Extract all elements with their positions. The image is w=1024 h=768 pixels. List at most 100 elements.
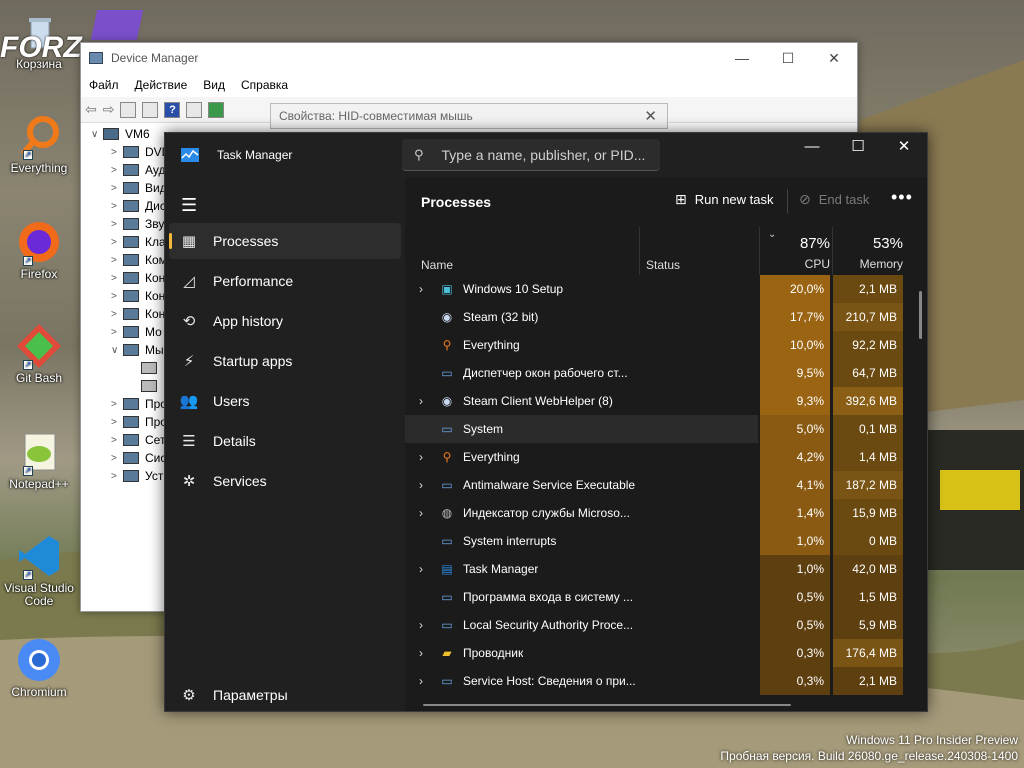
minimize-button[interactable]: —: [789, 133, 835, 163]
process-row[interactable]: › ⚲ Everything 4,2% 1,4 MB: [405, 443, 927, 471]
window-icon: ▭: [441, 478, 453, 492]
process-row[interactable]: ▭ System interrupts 1,0% 0 MB: [405, 527, 927, 555]
nav-details[interactable]: ☰ Details: [169, 423, 401, 459]
expand-chevron-icon[interactable]: >: [111, 183, 123, 194]
process-row[interactable]: › ▰ Проводник 0,3% 176,4 MB: [405, 639, 927, 667]
process-row[interactable]: ▭ Программа входа в систему ... 0,5% 1,5 MB: [405, 583, 927, 611]
desktop-icon-git-bash[interactable]: ↗ Git Bash: [4, 322, 74, 385]
memory-total[interactable]: 53%: [833, 235, 903, 252]
process-memory: 64,7 MB: [833, 359, 903, 387]
process-row[interactable]: ▭ System 5,0% 0,1 MB: [405, 415, 927, 443]
expand-chevron-icon[interactable]: >: [111, 417, 123, 428]
minimize-button[interactable]: —: [719, 50, 765, 67]
column-memory[interactable]: Memory: [833, 257, 903, 271]
process-row[interactable]: › ▭ Antimalware Service Executable 4,1% 187,…: [405, 471, 927, 499]
process-row[interactable]: ▭ Диспетчер окон рабочего ст... 9,5% 64,7 M…: [405, 359, 927, 387]
desktop-icon-everything[interactable]: ↗ Everything: [4, 112, 74, 175]
expand-chevron-icon[interactable]: >: [111, 165, 123, 176]
app-title: Task Manager: [217, 148, 293, 162]
expand-chevron-icon[interactable]: ›: [419, 282, 439, 296]
update-driver-icon[interactable]: [208, 101, 225, 118]
nav-settings[interactable]: ⚙ Параметры: [169, 677, 401, 713]
expand-chevron-icon[interactable]: >: [111, 219, 123, 230]
nav-processes[interactable]: ▦ Processes: [169, 223, 401, 259]
hamburger-menu-icon[interactable]: ☰: [181, 195, 197, 216]
expand-chevron-icon[interactable]: >: [111, 435, 123, 446]
properties-dialog-titlebar[interactable]: Свойства: HID-совместимая мышь ✕: [270, 103, 668, 129]
expand-chevron-icon[interactable]: >: [111, 147, 123, 158]
process-status-cell: [638, 611, 758, 639]
search-input[interactable]: ⚲ Type a name, publisher, or PID...: [402, 139, 660, 171]
expand-chevron-icon[interactable]: ›: [419, 450, 439, 464]
desktop-icon-chromium[interactable]: Chromium: [4, 636, 74, 699]
column-cpu[interactable]: CPU: [760, 257, 830, 271]
close-button[interactable]: ✕: [811, 50, 857, 67]
horizontal-scrollbar[interactable]: [423, 704, 791, 706]
expand-chevron-icon[interactable]: ›: [419, 646, 439, 660]
expand-chevron-icon[interactable]: ›: [419, 394, 439, 408]
maximize-button[interactable]: ☐: [765, 50, 811, 67]
nav-services[interactable]: ✲ Services: [169, 463, 401, 499]
desktop-icon-notepadpp[interactable]: ↗ Notepad++: [4, 428, 74, 491]
expand-chevron-icon[interactable]: ›: [419, 478, 439, 492]
properties-icon[interactable]: [120, 101, 137, 118]
process-row[interactable]: › ▤ Task Manager 1,0% 42,0 MB: [405, 555, 927, 583]
desktop-icon-vscode[interactable]: ↗ Visual Studio Code: [4, 532, 74, 608]
expand-chevron-icon[interactable]: >: [111, 291, 123, 302]
scan-icon[interactable]: [186, 101, 203, 118]
end-task-button[interactable]: ⊘ End task: [799, 191, 869, 208]
process-row[interactable]: › ◉ Steam Client WebHelper (8) 9,3% 392,6 MB: [405, 387, 927, 415]
menu-help[interactable]: Справка: [241, 78, 288, 92]
process-row[interactable]: › ◍ Индексатор службы Microso... 1,4% 15,9 M…: [405, 499, 927, 527]
forward-icon[interactable]: ⇨: [103, 101, 115, 118]
process-row[interactable]: ⚲ Everything 10,0% 92,2 MB: [405, 331, 927, 359]
column-divider[interactable]: [759, 227, 760, 275]
expand-chevron-icon[interactable]: >: [111, 471, 123, 482]
expand-chevron-icon[interactable]: ∨: [91, 129, 103, 140]
list-icon[interactable]: [142, 101, 159, 118]
run-new-task-button[interactable]: ⊞ Run new task: [675, 191, 774, 208]
expand-chevron-icon[interactable]: >: [111, 237, 123, 248]
close-button[interactable]: ✕: [881, 133, 927, 163]
task-manager-window[interactable]: Task Manager ⚲ Type a name, publisher, o…: [164, 132, 928, 712]
process-name: Task Manager: [463, 562, 539, 576]
desktop-icon-firefox[interactable]: ↗ Firefox: [4, 218, 74, 281]
expand-chevron-icon[interactable]: ›: [419, 674, 439, 688]
expand-chevron-icon[interactable]: >: [111, 399, 123, 410]
expand-chevron-icon[interactable]: >: [111, 327, 123, 338]
nav-app-history[interactable]: ⟲ App history: [169, 303, 401, 339]
process-row[interactable]: › ▭ Local Security Authority Proce... 0,5% 5…: [405, 611, 927, 639]
back-icon[interactable]: ⇦: [85, 101, 97, 118]
expand-chevron-icon[interactable]: >: [111, 453, 123, 464]
nav-users[interactable]: 👥 Users: [169, 383, 401, 419]
expand-chevron-icon[interactable]: >: [111, 255, 123, 266]
column-divider[interactable]: [639, 227, 640, 275]
cpu-total[interactable]: 87%: [760, 235, 830, 252]
maximize-button[interactable]: ☐: [835, 133, 881, 163]
expand-chevron-icon[interactable]: ›: [419, 562, 439, 576]
process-row[interactable]: › ▭ Service Host: Сведения о при... 0,3% 2,1…: [405, 667, 927, 695]
everything-icon: ↗: [15, 112, 63, 160]
expand-chevron-icon[interactable]: ∨: [111, 345, 123, 356]
column-divider[interactable]: [832, 227, 833, 275]
process-row[interactable]: ◉ Steam (32 bit) 17,7% 210,7 MB: [405, 303, 927, 331]
expand-chevron-icon[interactable]: >: [111, 309, 123, 320]
nav-label: Processes: [213, 233, 279, 249]
menu-view[interactable]: Вид: [203, 78, 225, 92]
vertical-scrollbar[interactable]: [919, 291, 922, 339]
expand-chevron-icon[interactable]: ›: [419, 506, 439, 520]
process-row[interactable]: › ▣ Windows 10 Setup 20,0% 2,1 MB: [405, 275, 927, 303]
menu-file[interactable]: Файл: [89, 78, 119, 92]
device-manager-titlebar[interactable]: Device Manager — ☐ ✕: [81, 43, 857, 73]
help-icon[interactable]: ?: [164, 101, 181, 118]
more-options-icon[interactable]: •••: [891, 187, 913, 208]
expand-chevron-icon[interactable]: >: [111, 201, 123, 212]
nav-performance[interactable]: ◿ Performance: [169, 263, 401, 299]
expand-chevron-icon[interactable]: ›: [419, 618, 439, 632]
close-button[interactable]: ✕: [644, 107, 657, 125]
nav-startup-apps[interactable]: ⚡ Startup apps: [169, 343, 401, 379]
column-status[interactable]: Status: [646, 258, 680, 272]
column-name[interactable]: Name: [421, 258, 453, 272]
expand-chevron-icon[interactable]: >: [111, 273, 123, 284]
menu-action[interactable]: Действие: [135, 78, 188, 92]
